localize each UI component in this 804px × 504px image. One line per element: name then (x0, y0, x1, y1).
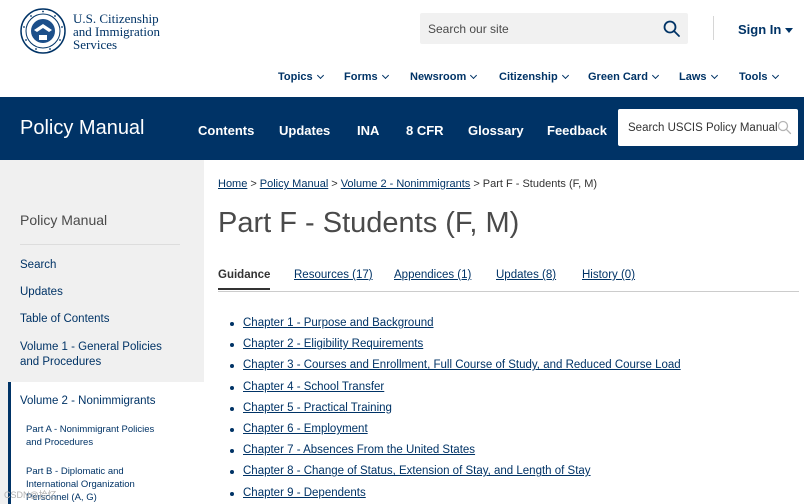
chapter-4-link[interactable]: Chapter 4 - School Transfer (243, 381, 384, 393)
topnav-topics[interactable]: Topics (278, 71, 324, 83)
policy-manual-search (618, 109, 798, 146)
site-header: U.S. Citizenship and Immigration Service… (0, 0, 804, 97)
search-icon[interactable] (777, 120, 792, 135)
site-search (420, 13, 688, 44)
policy-manual-bar: Policy Manual Contents Updates INA 8 CFR… (0, 97, 804, 160)
tab-resources[interactable]: Resources (17) (294, 269, 373, 281)
policy-manual-title[interactable]: Policy Manual (20, 117, 145, 140)
nav-8-cfr[interactable]: 8 CFR (406, 123, 444, 138)
tab-history[interactable]: History (0) (582, 269, 635, 281)
list-item: Chapter 8 - Change of Status, Extension … (230, 462, 681, 483)
chapter-6-link[interactable]: Chapter 6 - Employment (243, 423, 368, 435)
topnav-tools[interactable]: Tools (739, 71, 779, 83)
sidebar-title: Policy Manual (20, 212, 108, 228)
list-item: Chapter 1 - Purpose and Background (230, 314, 681, 335)
policy-manual-search-input[interactable] (618, 109, 778, 146)
topnav-label: Laws (679, 71, 707, 83)
list-item: Chapter 9 - Dependents (230, 484, 681, 504)
chapter-1-link[interactable]: Chapter 1 - Purpose and Background (243, 317, 434, 329)
list-item: Chapter 6 - Employment (230, 420, 681, 441)
topnav-green-card[interactable]: Green Card (588, 71, 659, 83)
chevron-down-icon (771, 71, 779, 80)
watermark: CSDN@拾忆 (4, 490, 57, 500)
tab-appendices[interactable]: Appendices (1) (394, 269, 471, 281)
list-item: Chapter 5 - Practical Training (230, 399, 681, 420)
breadcrumb: Home > Policy Manual > Volume 2 - Nonimmigra… (218, 178, 597, 190)
chevron-down-icon (381, 71, 389, 80)
topnav-label: Newsroom (410, 71, 467, 83)
topnav-label: Citizenship (499, 71, 558, 83)
list-item: Chapter 4 - School Transfer (230, 378, 681, 399)
list-item: Chapter 3 - Courses and Enrollment, Full… (230, 356, 681, 377)
sidebar-divider (20, 244, 180, 245)
topnav-citizenship[interactable]: Citizenship (499, 71, 569, 83)
topnav-forms[interactable]: Forms (344, 71, 389, 83)
sidebar-item-updates[interactable]: Updates (20, 285, 63, 300)
sidebar-item-table-of-contents[interactable]: Table of Contents (20, 312, 110, 327)
sidebar-item-volume-2[interactable]: Volume 2 - Nonimmigrants (20, 395, 156, 407)
tab-guidance[interactable]: Guidance (218, 269, 271, 290)
breadcrumb-volume-2[interactable]: Volume 2 - Nonimmigrants (341, 178, 471, 190)
topnav-label: Topics (278, 71, 313, 83)
sign-in-label: Sign In (738, 22, 782, 37)
agency-name[interactable]: U.S. Citizenship and Immigration Service… (73, 12, 160, 51)
chapter-8-link[interactable]: Chapter 8 - Change of Status, Extension … (243, 465, 591, 477)
breadcrumb-current: Part F - Students (F, M) (482, 178, 598, 190)
topnav-label: Tools (739, 71, 768, 83)
nav-updates[interactable]: Updates (279, 123, 330, 138)
content-tabs: Guidance Resources (17) Appendices (1) U… (218, 268, 799, 292)
chapter-5-link[interactable]: Chapter 5 - Practical Training (243, 402, 392, 414)
sidebar-item-part-a[interactable]: Part A - Nonimmigrant Policies and Proce… (26, 423, 156, 449)
breadcrumb-home[interactable]: Home (218, 178, 247, 190)
sidebar-active-volume: Volume 2 - Nonimmigrants Part A - Nonimm… (8, 382, 204, 504)
breadcrumb-policy-manual[interactable]: Policy Manual (260, 178, 328, 190)
sidebar-item-volume-1[interactable]: Volume 1 - General Policies and Procedur… (20, 340, 180, 370)
chapter-3-link[interactable]: Chapter 3 - Courses and Enrollment, Full… (243, 359, 681, 371)
agency-name-line3: Services (73, 37, 118, 52)
chapter-9-link[interactable]: Chapter 9 - Dependents (243, 487, 366, 499)
top-navigation: Topics Forms Newsroom Citizenship Green … (0, 71, 804, 85)
topnav-newsroom[interactable]: Newsroom (410, 71, 478, 83)
chevron-down-icon (470, 71, 478, 80)
topnav-label: Green Card (588, 71, 648, 83)
nav-ina[interactable]: INA (357, 123, 379, 138)
header-divider (713, 16, 714, 40)
nav-glossary[interactable]: Glossary (468, 123, 524, 138)
site-search-input[interactable] (420, 13, 660, 44)
chevron-down-icon (710, 71, 718, 80)
breadcrumb-separator: > (250, 178, 257, 190)
breadcrumb-separator: > (331, 178, 338, 190)
chevron-down-icon (651, 71, 659, 80)
breadcrumb-separator: > (473, 178, 480, 190)
chapter-2-link[interactable]: Chapter 2 - Eligibility Requirements (243, 338, 423, 350)
chapter-7-link[interactable]: Chapter 7 - Absences From the United Sta… (243, 444, 475, 456)
sign-in-button[interactable]: Sign In (738, 22, 794, 37)
chevron-down-icon (561, 71, 569, 80)
sidebar: Policy Manual Search Updates Table of Co… (0, 160, 204, 504)
caret-down-icon (785, 28, 794, 34)
page-title: Part F - Students (F, M) (218, 207, 520, 239)
nav-feedback[interactable]: Feedback (547, 123, 607, 138)
chevron-down-icon (316, 71, 324, 80)
topnav-laws[interactable]: Laws (679, 71, 718, 83)
dhs-seal-icon[interactable] (20, 8, 66, 54)
page: U.S. Citizenship and Immigration Service… (0, 0, 804, 504)
search-icon[interactable] (662, 19, 682, 39)
nav-contents[interactable]: Contents (198, 123, 254, 138)
list-item: Chapter 7 - Absences From the United Sta… (230, 441, 681, 462)
list-item: Chapter 2 - Eligibility Requirements (230, 335, 681, 356)
tab-updates[interactable]: Updates (8) (496, 269, 556, 281)
chapter-list: Chapter 1 - Purpose and Background Chapt… (230, 314, 681, 504)
topnav-label: Forms (344, 71, 378, 83)
sidebar-item-search[interactable]: Search (20, 258, 56, 273)
